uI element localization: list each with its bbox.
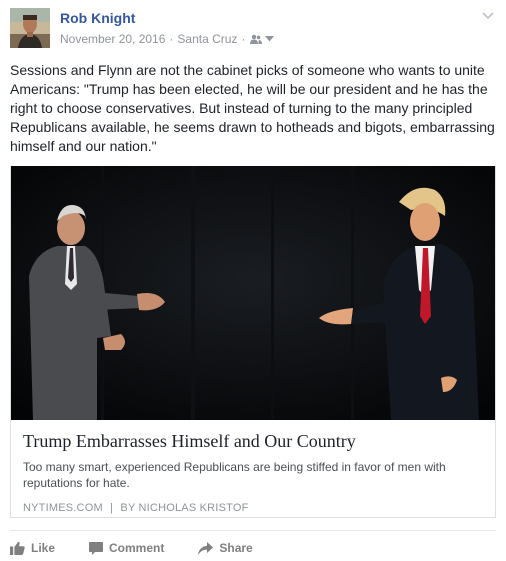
- like-label: Like: [31, 541, 56, 555]
- caret-down-icon: [265, 36, 275, 42]
- link-text-area[interactable]: Trump Embarrasses Himself and Our Countr…: [11, 420, 495, 517]
- share-button[interactable]: Share: [198, 541, 253, 555]
- link-image[interactable]: [11, 166, 495, 420]
- link-description: Too many smart, experienced Republicans …: [23, 460, 446, 490]
- source-separator: |: [110, 502, 114, 514]
- link-domain: NYTIMES.COM: [23, 502, 103, 514]
- comment-button[interactable]: Comment: [89, 541, 164, 555]
- feed-post: Rob Knight November 20, 2016 · Santa Cru…: [0, 0, 506, 561]
- comment-label: Comment: [109, 541, 165, 555]
- meta-separator: ·: [241, 32, 246, 46]
- author-name[interactable]: Rob Knight: [60, 10, 135, 26]
- post-actions: Like Comment Share: [10, 538, 287, 558]
- actions-divider: [10, 530, 496, 531]
- post-message: Sessions and Flynn are not the cabinet p…: [10, 62, 495, 154]
- link-photo: [11, 166, 495, 420]
- friends-icon: [250, 34, 263, 44]
- comment-icon: [89, 541, 104, 555]
- avatar-photo: [10, 8, 50, 48]
- thumbs-up-icon: [10, 541, 25, 555]
- meta-separator: ·: [169, 32, 174, 46]
- like-button[interactable]: Like: [10, 541, 55, 555]
- share-label: Share: [219, 541, 253, 555]
- post-meta: November 20, 2016 · Santa Cruz ·: [60, 32, 275, 46]
- chevron-down-icon[interactable]: [482, 12, 494, 20]
- post-location[interactable]: Santa Cruz: [177, 32, 237, 46]
- share-icon: [198, 541, 214, 555]
- audience-selector[interactable]: [250, 34, 275, 44]
- link-source: NYTIMES.COM | BY NICHOLAS KRISTOF: [23, 502, 485, 514]
- link-byline: BY NICHOLAS KRISTOF: [120, 502, 249, 514]
- link-preview[interactable]: Trump Embarrasses Himself and Our Countr…: [10, 166, 496, 518]
- post-date[interactable]: November 20, 2016: [60, 32, 165, 46]
- author-avatar[interactable]: [10, 8, 50, 48]
- link-title[interactable]: Trump Embarrasses Himself and Our Countr…: [23, 430, 485, 452]
